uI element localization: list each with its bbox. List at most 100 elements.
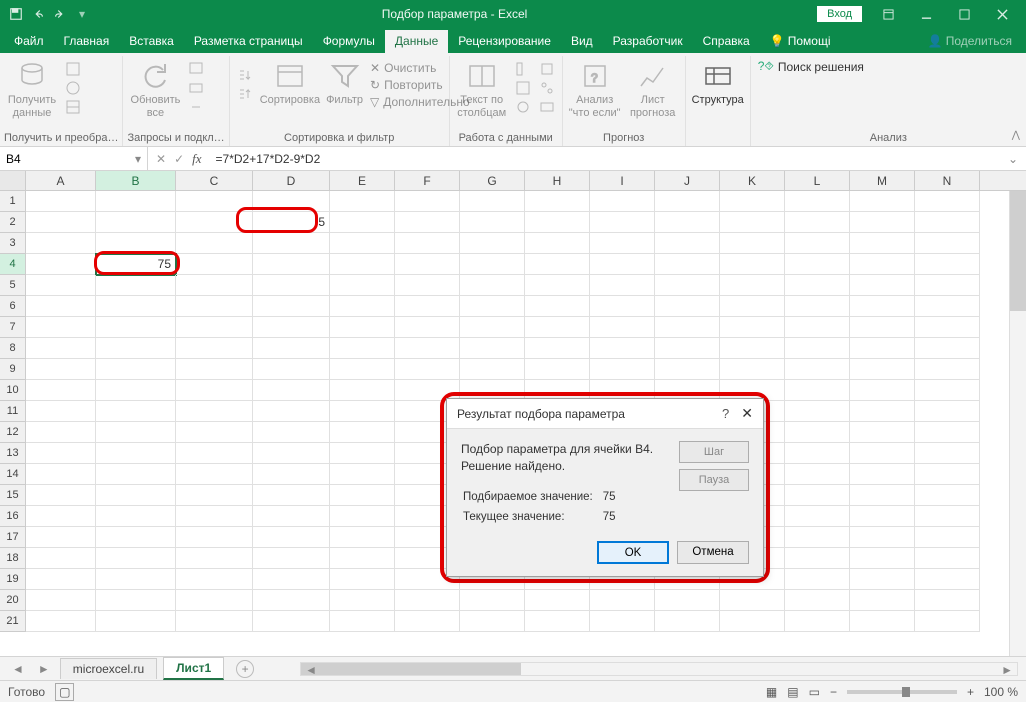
cell[interactable] [176,191,253,212]
column-header[interactable]: E [330,171,395,190]
cell[interactable] [330,569,395,590]
cell[interactable] [176,590,253,611]
queries-button[interactable] [185,60,207,78]
sheet-tab[interactable]: microexcel.ru [60,658,157,679]
tab-file[interactable]: Файл [4,30,54,53]
cell[interactable] [26,380,96,401]
cell[interactable] [915,527,980,548]
cell[interactable] [655,296,720,317]
cell[interactable] [850,380,915,401]
fx-icon[interactable]: fx [192,151,201,167]
pause-button[interactable]: Пауза [679,469,749,491]
select-all-corner[interactable] [0,171,26,190]
share-button[interactable]: 👤 Поделиться [917,30,1022,53]
cell[interactable] [590,212,655,233]
add-sheet-icon[interactable]: + [236,660,254,678]
cell[interactable] [26,359,96,380]
cell[interactable] [590,338,655,359]
vertical-scrollbar[interactable] [1009,191,1026,656]
cell[interactable] [850,527,915,548]
cell[interactable] [525,296,590,317]
solver-button[interactable]: ?⯑ Поиск решения [755,58,867,75]
cell[interactable] [525,338,590,359]
cell[interactable] [785,611,850,632]
cell[interactable] [915,338,980,359]
undo-icon[interactable] [28,4,48,24]
cell[interactable] [460,338,525,359]
column-header[interactable]: N [915,171,980,190]
cell[interactable] [330,275,395,296]
cell[interactable] [655,254,720,275]
column-header[interactable]: G [460,171,525,190]
cell[interactable] [655,212,720,233]
cell[interactable] [720,191,785,212]
sheet-tab-active[interactable]: Лист1 [163,657,224,680]
cell[interactable] [915,464,980,485]
cell[interactable] [395,317,460,338]
data-model-button[interactable] [536,98,558,116]
cell[interactable] [590,275,655,296]
row-header[interactable]: 19 [0,569,26,590]
cell[interactable] [176,233,253,254]
cell[interactable] [253,317,330,338]
cell[interactable] [720,212,785,233]
row-header[interactable]: 12 [0,422,26,443]
cell[interactable]: 5 [253,212,330,233]
forecast-sheet-button[interactable]: Лист прогноза [625,58,681,121]
qa-dropdown-icon[interactable]: ▾ [72,4,92,24]
cell[interactable] [915,191,980,212]
cell[interactable] [26,506,96,527]
cell[interactable] [785,275,850,296]
cell[interactable] [253,464,330,485]
row-header[interactable]: 13 [0,443,26,464]
row-header[interactable]: 21 [0,611,26,632]
sort-az-button[interactable] [234,66,256,84]
cell[interactable] [590,233,655,254]
sheet-nav-prev-icon[interactable]: ◄ [8,662,28,676]
row-header[interactable]: 6 [0,296,26,317]
cell[interactable] [26,548,96,569]
cell[interactable] [850,191,915,212]
cell[interactable] [96,233,176,254]
tab-review[interactable]: Рецензирование [448,30,561,53]
cell[interactable] [915,212,980,233]
cell[interactable] [330,317,395,338]
cell[interactable] [253,506,330,527]
ok-button[interactable]: OK [597,541,669,564]
zoom-out-icon[interactable]: − [830,685,837,699]
cell[interactable] [785,485,850,506]
cell[interactable] [96,422,176,443]
cell[interactable] [850,401,915,422]
row-header[interactable]: 4 [0,254,26,275]
cell[interactable] [96,359,176,380]
tab-view[interactable]: Вид [561,30,603,53]
cell[interactable] [785,443,850,464]
tab-insert[interactable]: Вставка [119,30,184,53]
cell[interactable] [525,275,590,296]
cell[interactable] [850,254,915,275]
cell[interactable] [460,317,525,338]
cell[interactable] [850,359,915,380]
view-normal-icon[interactable]: ▦ [766,685,777,699]
cell[interactable] [96,338,176,359]
cell[interactable] [330,506,395,527]
row-header[interactable]: 11 [0,401,26,422]
cell[interactable] [96,485,176,506]
refresh-all-button[interactable]: Обновить все [127,58,183,121]
ribbon-options-icon[interactable] [870,2,906,26]
cell[interactable] [26,275,96,296]
view-page-layout-icon[interactable]: ▤ [787,685,798,699]
cell[interactable] [26,485,96,506]
cell[interactable] [655,317,720,338]
cell[interactable] [850,590,915,611]
column-header[interactable]: F [395,171,460,190]
tab-page-layout[interactable]: Разметка страницы [184,30,313,53]
row-header[interactable]: 14 [0,464,26,485]
cell[interactable] [96,464,176,485]
cell[interactable] [176,254,253,275]
cell[interactable] [460,359,525,380]
cell[interactable] [176,443,253,464]
cell[interactable] [590,296,655,317]
column-header[interactable]: K [720,171,785,190]
cell[interactable] [720,296,785,317]
